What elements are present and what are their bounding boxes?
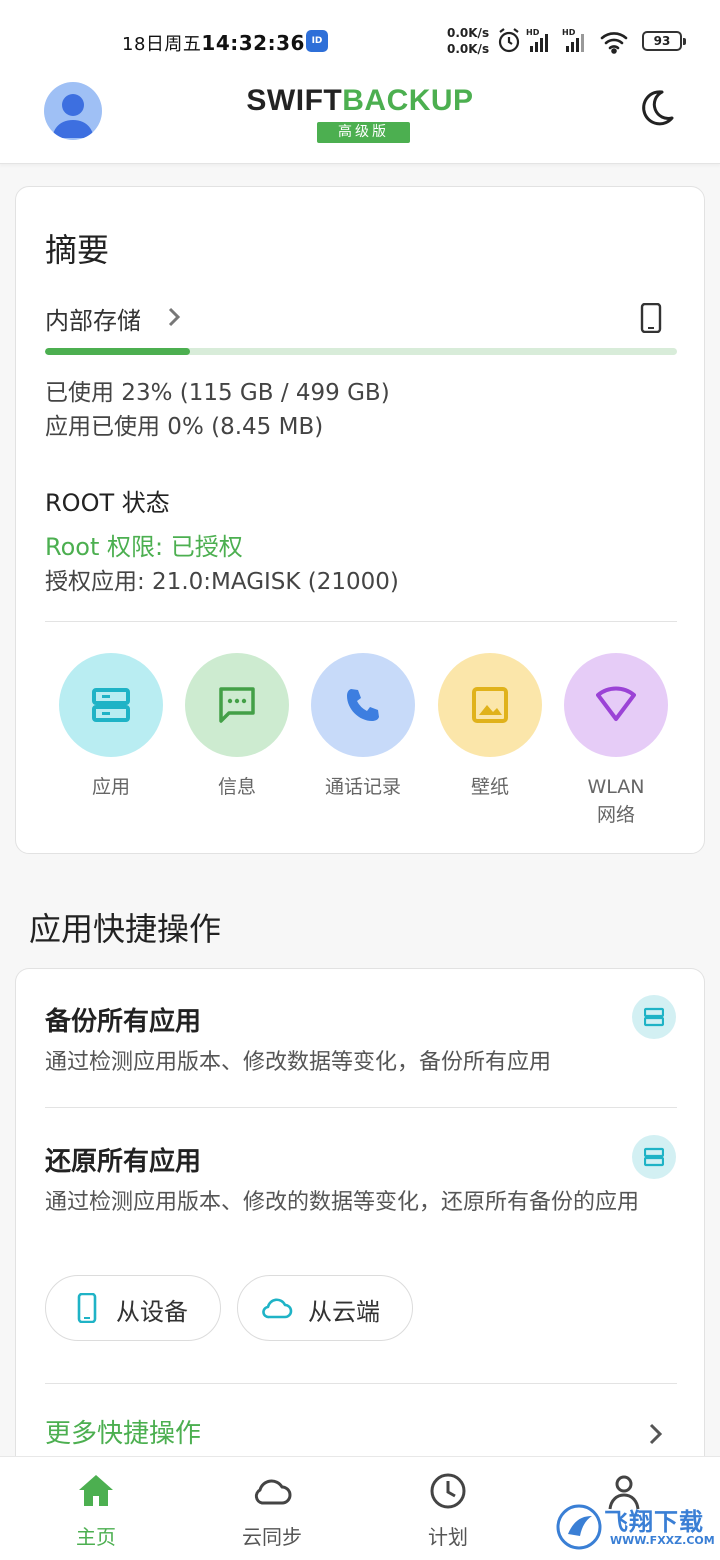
storage-progress-bar <box>45 348 677 355</box>
category-wlan-label-line2: 网络 <box>596 804 635 826</box>
from-cloud-label: 从云端 <box>308 1298 380 1326</box>
svg-text:HD: HD <box>526 28 540 37</box>
notification-app-icon: ID <box>306 30 328 52</box>
phone-icon <box>347 689 379 721</box>
watermark-text: 飞翔下载 <box>604 1508 704 1536</box>
signal-hd-icon: HD <box>526 28 548 52</box>
storage-progress-fill <box>45 348 191 355</box>
backup-all-desc: 通过检测应用版本、修改数据等变化，备份所有应用 <box>45 1050 552 1075</box>
watermark-logo: 飞翔下载 WWW.FXXZ.COM <box>556 1500 715 1554</box>
apps-icon <box>644 1147 664 1167</box>
cloud-icon <box>254 1479 292 1505</box>
category-wallpaper-circle <box>438 653 542 757</box>
backup-all-title[interactable]: 备份所有应用 <box>45 1001 201 1038</box>
category-messages-circle <box>185 653 289 757</box>
clock-icon <box>430 1473 466 1509</box>
watermark-emblem-icon <box>556 1504 602 1550</box>
category-call-log[interactable]: 通话记录 <box>311 653 415 801</box>
divider <box>45 1383 677 1384</box>
category-wallpaper-label: 壁纸 <box>470 776 509 798</box>
logo-backup: BACKUP <box>342 84 474 117</box>
divider <box>45 1107 677 1108</box>
message-icon <box>219 687 255 723</box>
category-call-log-circle <box>311 653 415 757</box>
device-icon <box>77 1293 97 1323</box>
quick-actions-card: 备份所有应用 通过检测应用版本、修改数据等变化，备份所有应用 还原所有应用 通过… <box>15 968 705 1488</box>
summary-title: 摘要 <box>45 231 110 269</box>
status-bar: 18日周五14:32:36 ID 0.0K/s 0.0K/s HD HD 93 <box>0 0 720 80</box>
signal-hd-2-icon: HD <box>562 28 584 52</box>
nav-schedule-label: 计划 <box>428 1525 468 1549</box>
network-speed: 0.0K/s 0.0K/s <box>447 25 489 57</box>
root-app-text: 授权应用: 21.0:MAGISK (21000) <box>45 569 399 595</box>
apps-icon <box>644 1007 664 1027</box>
category-apps-circle <box>59 653 163 757</box>
more-quick-actions-link[interactable]: 更多快捷操作 <box>45 1413 201 1450</box>
category-apps-label: 应用 <box>91 776 130 798</box>
restore-all-icon-badge <box>632 1135 676 1179</box>
apps-icon <box>92 688 130 722</box>
nav-home[interactable]: 主页 <box>36 1471 156 1550</box>
category-call-log-label: 通话记录 <box>324 776 401 798</box>
storage-label: 内部存储 <box>45 307 141 335</box>
category-wlan-label: WLAN 网络 <box>564 773 668 829</box>
category-messages-label: 信息 <box>217 776 256 798</box>
category-wlan-circle <box>564 653 668 757</box>
wifi-status-icon <box>600 32 628 54</box>
wifi-icon <box>596 686 636 721</box>
restore-all-desc: 通过检测应用版本、修改的数据等变化，还原所有备份的应用 <box>45 1190 640 1215</box>
category-messages[interactable]: 信息 <box>185 653 289 801</box>
nav-cloud-sync[interactable]: 云同步 <box>212 1471 332 1550</box>
home-icon <box>79 1475 113 1506</box>
app-used-text: 应用已使用 0% (8.45 MB) <box>45 414 324 440</box>
alarm-icon <box>498 28 520 53</box>
chevron-right-icon[interactable] <box>646 1421 666 1447</box>
net-up: 0.0K/s <box>447 26 490 40</box>
edition-badge: 高级版 <box>317 122 410 143</box>
status-date: 18日周五 <box>122 34 202 55</box>
category-wlan[interactable]: WLAN 网络 <box>564 653 668 829</box>
cloud-icon <box>262 1298 293 1319</box>
device-icon <box>640 303 662 333</box>
watermark-url: WWW.FXXZ.COM <box>610 1534 715 1547</box>
nav-cloud-sync-label: 云同步 <box>242 1525 302 1549</box>
logo-swift: SWIFT <box>246 84 343 117</box>
category-wlan-label-line1: WLAN <box>587 776 645 798</box>
app-logo: SWIFTBACKUP <box>0 84 720 118</box>
backup-all-icon-badge <box>632 995 676 1039</box>
storage-link[interactable]: 内部存储 <box>45 301 141 336</box>
quick-actions-title: 应用快捷操作 <box>29 910 222 948</box>
moon-icon[interactable] <box>636 88 676 128</box>
restore-from-cloud-button[interactable]: 从云端 <box>237 1275 413 1341</box>
category-apps[interactable]: 应用 <box>59 653 163 801</box>
root-permission-text: Root 权限: 已授权 <box>45 533 243 561</box>
summary-card: 摘要 内部存储 已使用 23% (115 GB / 499 GB) 应用已使用 … <box>15 186 705 854</box>
restore-from-device-button[interactable]: 从设备 <box>45 1275 221 1341</box>
image-icon <box>472 687 508 723</box>
nav-schedule[interactable]: 计划 <box>388 1471 508 1550</box>
status-time: 14:32:36 <box>201 31 305 55</box>
status-clock: 18日周五14:32:36 <box>122 30 305 56</box>
storage-used-text: 已使用 23% (115 GB / 499 GB) <box>45 380 390 406</box>
nav-home-label: 主页 <box>76 1525 116 1549</box>
root-status-title: ROOT 状态 <box>45 489 170 517</box>
app-bar: SWIFTBACKUP 高级版 <box>0 80 720 164</box>
from-device-label: 从设备 <box>116 1298 188 1326</box>
battery-indicator: 93 <box>642 31 686 51</box>
svg-text:HD: HD <box>562 28 576 37</box>
chevron-right-icon[interactable] <box>164 305 184 329</box>
restore-all-title[interactable]: 还原所有应用 <box>45 1141 201 1178</box>
divider <box>45 621 677 622</box>
net-down: 0.0K/s <box>447 42 490 56</box>
category-wallpaper[interactable]: 壁纸 <box>438 653 542 801</box>
